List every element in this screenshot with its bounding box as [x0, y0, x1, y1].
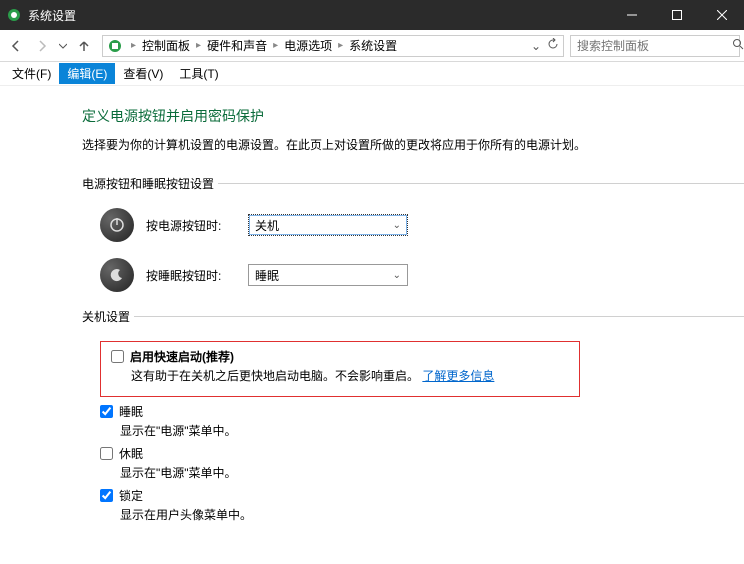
- window-controls: [609, 0, 744, 30]
- breadcrumb-seg-3[interactable]: 电源选项: [282, 37, 334, 54]
- sleep-option-desc: 显示在"电源"菜单中。: [120, 422, 744, 439]
- chevron-right-icon: ▸: [192, 40, 205, 51]
- up-button[interactable]: [72, 34, 96, 58]
- recent-dropdown[interactable]: [56, 34, 70, 58]
- window-title: 系统设置: [28, 7, 609, 24]
- chevron-right-icon: ▸: [269, 40, 282, 51]
- search-icon[interactable]: [732, 38, 744, 53]
- forward-button[interactable]: [30, 34, 54, 58]
- menu-view[interactable]: 查看(V): [115, 63, 171, 84]
- content: 定义电源按钮并启用密码保护 选择要为你的计算机设置的电源设置。在此页上对设置所做…: [0, 86, 744, 523]
- hibernate-option-desc: 显示在"电源"菜单中。: [120, 464, 744, 481]
- lock-option-label: 锁定: [119, 487, 143, 504]
- chevron-down-icon[interactable]: ⌄: [531, 39, 541, 53]
- learn-more-link[interactable]: 了解更多信息: [422, 369, 494, 383]
- sleep-button-dropdown[interactable]: 睡眠 ⌄: [248, 264, 408, 286]
- sleep-checkbox[interactable]: [100, 405, 113, 418]
- breadcrumb-seg-1[interactable]: 控制面板: [140, 37, 192, 54]
- breadcrumb-seg-4[interactable]: 系统设置: [347, 37, 399, 54]
- maximize-button[interactable]: [654, 0, 699, 30]
- search-field[interactable]: [577, 39, 732, 53]
- fast-startup-checkbox[interactable]: [111, 350, 124, 363]
- refresh-icon[interactable]: [547, 38, 559, 53]
- titlebar: 系统设置: [0, 0, 744, 30]
- sleep-icon: [100, 258, 134, 292]
- menu-edit[interactable]: 编辑(E): [59, 63, 115, 84]
- breadcrumb-seg-2[interactable]: 硬件和声音: [205, 37, 269, 54]
- hibernate-option-label: 休眠: [119, 445, 143, 462]
- menu-tools[interactable]: 工具(T): [171, 63, 226, 84]
- chevron-right-icon: ▸: [334, 40, 347, 51]
- app-icon: [6, 7, 22, 23]
- breadcrumb-icon: [107, 38, 123, 54]
- power-button-label: 按电源按钮时:: [146, 217, 236, 234]
- page-heading: 定义电源按钮并启用密码保护: [82, 106, 744, 126]
- power-button-dropdown[interactable]: 关机 ⌄: [248, 214, 408, 236]
- power-icon: [100, 208, 134, 242]
- chevron-down-icon: ⌄: [393, 220, 401, 231]
- lock-checkbox[interactable]: [100, 489, 113, 502]
- sleep-option-label: 睡眠: [119, 403, 143, 420]
- fast-startup-label: 启用快速启动(推荐): [130, 348, 234, 365]
- menu-file[interactable]: 文件(F): [4, 63, 59, 84]
- sleep-button-label: 按睡眠按钮时:: [146, 267, 236, 284]
- lock-option-desc: 显示在用户头像菜单中。: [120, 506, 744, 523]
- back-button[interactable]: [4, 34, 28, 58]
- menubar: 文件(F) 编辑(E) 查看(V) 工具(T): [0, 62, 744, 86]
- power-button-row: 按电源按钮时: 关机 ⌄: [100, 208, 744, 242]
- breadcrumb[interactable]: ▸ 控制面板 ▸ 硬件和声音 ▸ 电源选项 ▸ 系统设置 ⌄: [102, 35, 564, 57]
- chevron-down-icon: ⌄: [393, 270, 401, 281]
- section-shutdown: 关机设置: [82, 308, 744, 325]
- toolbar: ▸ 控制面板 ▸ 硬件和声音 ▸ 电源选项 ▸ 系统设置 ⌄: [0, 30, 744, 62]
- section-power-buttons: 电源按钮和睡眠按钮设置: [82, 175, 744, 192]
- hibernate-checkbox[interactable]: [100, 447, 113, 460]
- fast-startup-desc: 这有助于在关机之后更快地启动电脑。不会影响重启。 了解更多信息: [131, 367, 569, 384]
- fast-startup-highlight: 启用快速启动(推荐) 这有助于在关机之后更快地启动电脑。不会影响重启。 了解更多…: [100, 341, 580, 397]
- minimize-button[interactable]: [609, 0, 654, 30]
- search-input[interactable]: [570, 35, 740, 57]
- page-description: 选择要为你的计算机设置的电源设置。在此页上对设置所做的更改将应用于你所有的电源计…: [82, 136, 744, 153]
- breadcrumb-tools: ⌄: [531, 38, 559, 53]
- close-button[interactable]: [699, 0, 744, 30]
- sleep-button-row: 按睡眠按钮时: 睡眠 ⌄: [100, 258, 744, 292]
- chevron-right-icon: ▸: [127, 40, 140, 51]
